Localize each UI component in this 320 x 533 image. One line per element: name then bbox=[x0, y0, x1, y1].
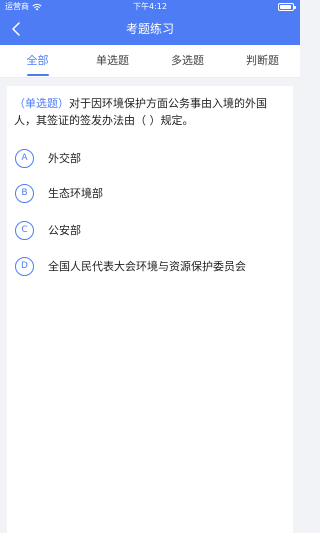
status-time: 下午4:12 bbox=[133, 2, 167, 11]
question-type-tabs: 全部 单选题 多选题 判断题 bbox=[0, 45, 300, 78]
option-a[interactable]: A 外交部 bbox=[15, 147, 285, 169]
battery-icon bbox=[278, 3, 296, 11]
chevron-left-icon bbox=[12, 22, 20, 36]
option-text: 公安部 bbox=[48, 224, 81, 237]
tab-true-false[interactable]: 判断题 bbox=[225, 45, 300, 77]
option-text: 生态环境部 bbox=[48, 187, 103, 200]
option-letter: A bbox=[15, 148, 34, 168]
option-text: 全国人民代表大会环境与资源保护委员会 bbox=[48, 260, 246, 273]
app-header: 运营商 下午4:12 考题练习 bbox=[0, 0, 300, 45]
back-button[interactable] bbox=[6, 19, 26, 39]
nav-bar: 考题练习 bbox=[0, 14, 300, 45]
option-c[interactable]: C 公安部 bbox=[15, 219, 285, 241]
tab-single-choice[interactable]: 单选题 bbox=[75, 45, 150, 77]
question-type-label: （单选题） bbox=[14, 97, 69, 110]
tab-all[interactable]: 全部 bbox=[0, 45, 75, 77]
question-card: （单选题）对于因环境保护方面公务事由入境的外国人，其签证的签发办法由（ ）规定。… bbox=[7, 86, 293, 533]
status-bar: 运营商 下午4:12 bbox=[0, 0, 300, 14]
option-b[interactable]: B 生态环境部 bbox=[15, 182, 285, 204]
option-letter: C bbox=[15, 220, 34, 240]
option-letter: B bbox=[15, 183, 34, 203]
option-text: 外交部 bbox=[48, 152, 81, 165]
tab-multiple-choice[interactable]: 多选题 bbox=[150, 45, 225, 77]
option-letter: D bbox=[15, 256, 34, 276]
question-stem: （单选题）对于因环境保护方面公务事由入境的外国人，其签证的签发办法由（ ）规定。 bbox=[14, 95, 286, 129]
option-d[interactable]: D 全国人民代表大会环境与资源保护委员会 bbox=[15, 255, 285, 277]
page-title: 考题练习 bbox=[125, 22, 174, 36]
